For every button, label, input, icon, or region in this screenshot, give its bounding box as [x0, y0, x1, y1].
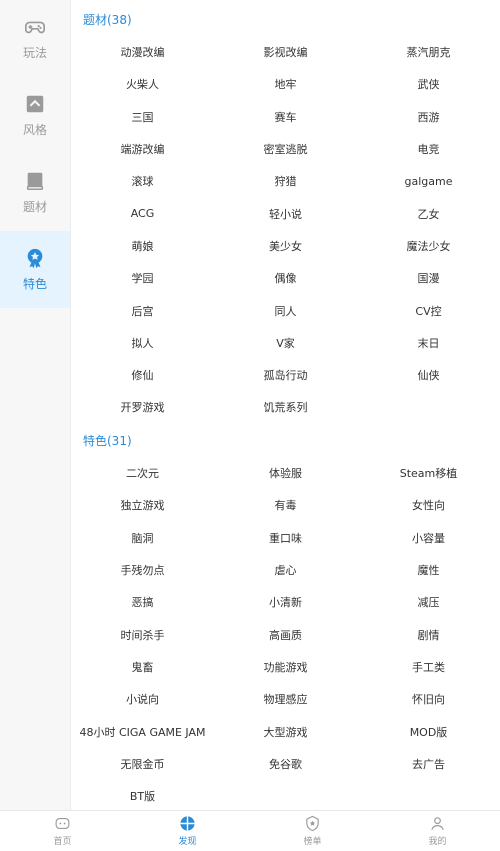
nav-ranking[interactable]: 榜单	[250, 811, 375, 851]
tag-item[interactable]: galgame	[357, 165, 500, 197]
sidebar-item-label: 题材	[22, 200, 47, 214]
tag-item[interactable]: 去广告	[357, 748, 500, 780]
tag-item[interactable]: 无限金币	[71, 748, 214, 780]
tag-item[interactable]: 开罗游戏	[71, 391, 214, 423]
bottom-nav: 首页 发现 榜单 我的	[0, 810, 500, 851]
sidebar-item-label: 特色	[22, 277, 47, 291]
tag-item[interactable]: 小说向	[71, 683, 214, 715]
tag-item[interactable]: 同人	[214, 294, 357, 326]
ranking-icon	[306, 815, 319, 832]
tag-item[interactable]: 独立游戏	[71, 489, 214, 521]
tag-item[interactable]: 魔性	[357, 554, 500, 586]
sidebar-item-theme[interactable]: 题材	[0, 154, 70, 231]
tag-item[interactable]: 偶像	[214, 262, 357, 294]
tag-item[interactable]: 二次元	[71, 457, 214, 489]
tag-item[interactable]: 有毒	[214, 489, 357, 521]
tag-item[interactable]: 赛车	[214, 101, 357, 133]
tag-item[interactable]: ACG	[71, 197, 214, 229]
tag-item[interactable]: 手残勿点	[71, 554, 214, 586]
star-badge-icon	[27, 248, 43, 269]
tag-item[interactable]: 恶搞	[71, 586, 214, 618]
tag-item[interactable]: 修仙	[71, 359, 214, 391]
discover-icon	[180, 816, 195, 831]
tag-item[interactable]: 48小时 CIGA GAME JAM	[71, 715, 214, 747]
tag-item[interactable]: 美少女	[214, 230, 357, 262]
tag-item[interactable]: 动漫改编	[71, 36, 214, 68]
tag-item[interactable]: 末日	[357, 327, 500, 359]
tag-item[interactable]: BT版	[71, 780, 214, 811]
tag-item[interactable]: 火柴人	[71, 68, 214, 100]
tag-item[interactable]: 武侠	[357, 68, 500, 100]
sidebar-item-gameplay[interactable]: 玩法	[0, 0, 70, 77]
tag-item[interactable]: 功能游戏	[214, 651, 357, 683]
tag-item[interactable]: 滚球	[71, 165, 214, 197]
tag-item[interactable]: 乙女	[357, 197, 500, 229]
tag-item[interactable]: 体验服	[214, 457, 357, 489]
tag-item[interactable]: 蒸汽朋克	[357, 36, 500, 68]
book-icon	[26, 172, 44, 190]
tag-item[interactable]: 后宫	[71, 294, 214, 326]
tag-item[interactable]: 女性向	[357, 489, 500, 521]
tag-item[interactable]: 高画质	[214, 618, 357, 650]
tag-item[interactable]: 怀旧向	[357, 683, 500, 715]
tag-item[interactable]: 饥荒系列	[214, 391, 357, 423]
section-title-theme: 题材(38)	[83, 13, 132, 27]
tag-item[interactable]: 大型游戏	[214, 715, 357, 747]
tag-item[interactable]: 三国	[71, 101, 214, 133]
tag-item[interactable]: 地牢	[214, 68, 357, 100]
tag-item[interactable]: 学园	[71, 262, 214, 294]
tag-item[interactable]: 端游改编	[71, 133, 214, 165]
tag-item[interactable]: 物理感应	[214, 683, 357, 715]
tag-item[interactable]: 孤岛行动	[214, 359, 357, 391]
tag-item[interactable]: 电竞	[357, 133, 500, 165]
tag-item[interactable]: 重口味	[214, 522, 357, 554]
nav-profile[interactable]: 我的	[375, 811, 500, 851]
tag-item[interactable]: 狩猎	[214, 165, 357, 197]
nav-label: 我的	[428, 837, 447, 847]
profile-icon	[431, 817, 444, 831]
feature-tag-grid: 二次元 体验服 Steam移植独立游戏 有毒 女性向脑洞 重口味 小容量手残勿点 虐心 魔性恶搞…	[71, 457, 500, 811]
tag-item[interactable]: 轻小说	[214, 197, 357, 229]
tag-item[interactable]: 时间杀手	[71, 618, 214, 650]
tag-item[interactable]: 密室逃脱	[214, 133, 357, 165]
tag-item[interactable]: 脑洞	[71, 522, 214, 554]
tag-item[interactable]: 西游	[357, 101, 500, 133]
tag-item[interactable]: 虐心	[214, 554, 357, 586]
sidebar-item-label: 玩法	[22, 46, 47, 60]
tag-item[interactable]: 小容量	[357, 522, 500, 554]
tag-item[interactable]: 免谷歌	[214, 748, 357, 780]
nav-home[interactable]: 首页	[0, 811, 125, 851]
tag-item[interactable]: 魔法少女	[357, 230, 500, 262]
tag-item[interactable]: 剧情	[357, 618, 500, 650]
home-gamepad-icon	[55, 817, 70, 830]
tag-list: 题材(38) 动漫改编 影视改编 蒸汽朋克火柴人 地牢 武侠三国 赛车 西游端游改编 密室逃脱…	[71, 0, 500, 811]
tag-item[interactable]: 鬼畜	[71, 651, 214, 683]
nav-label: 首页	[53, 837, 72, 847]
nav-label: 发现	[178, 837, 197, 847]
tag-item[interactable]: MOD版	[357, 715, 500, 747]
tag-item[interactable]: 小清新	[214, 586, 357, 618]
tag-item[interactable]: 减压	[357, 586, 500, 618]
tag-item[interactable]: 影视改编	[214, 36, 357, 68]
tag-item[interactable]: Steam移植	[357, 457, 500, 489]
theme-tag-grid: 动漫改编 影视改编 蒸汽朋克火柴人 地牢 武侠三国 赛车 西游端游改编 密室逃脱 电竞滚球 狩猎 g…	[71, 36, 500, 424]
tag-item[interactable]: V家	[214, 327, 357, 359]
tag-item[interactable]: 拟人	[71, 327, 214, 359]
gamepad-icon	[25, 21, 45, 34]
sidebar-item-feature[interactable]: 特色	[0, 231, 70, 308]
section-title-feature: 特色(31)	[83, 434, 132, 448]
sidebar-item-style[interactable]: 风格	[0, 77, 70, 154]
tag-item[interactable]: 手工类	[357, 651, 500, 683]
chevron-box-icon	[26, 95, 44, 113]
category-sidebar: 玩法 风格 题材 特色	[0, 0, 71, 811]
tag-item[interactable]: 国漫	[357, 262, 500, 294]
tag-item[interactable]: 萌娘	[71, 230, 214, 262]
sidebar-item-label: 风格	[22, 123, 47, 137]
nav-label: 榜单	[303, 837, 322, 847]
tag-item[interactable]: 仙侠	[357, 359, 500, 391]
tag-item[interactable]: CV控	[357, 294, 500, 326]
nav-discover[interactable]: 发现	[125, 811, 250, 851]
